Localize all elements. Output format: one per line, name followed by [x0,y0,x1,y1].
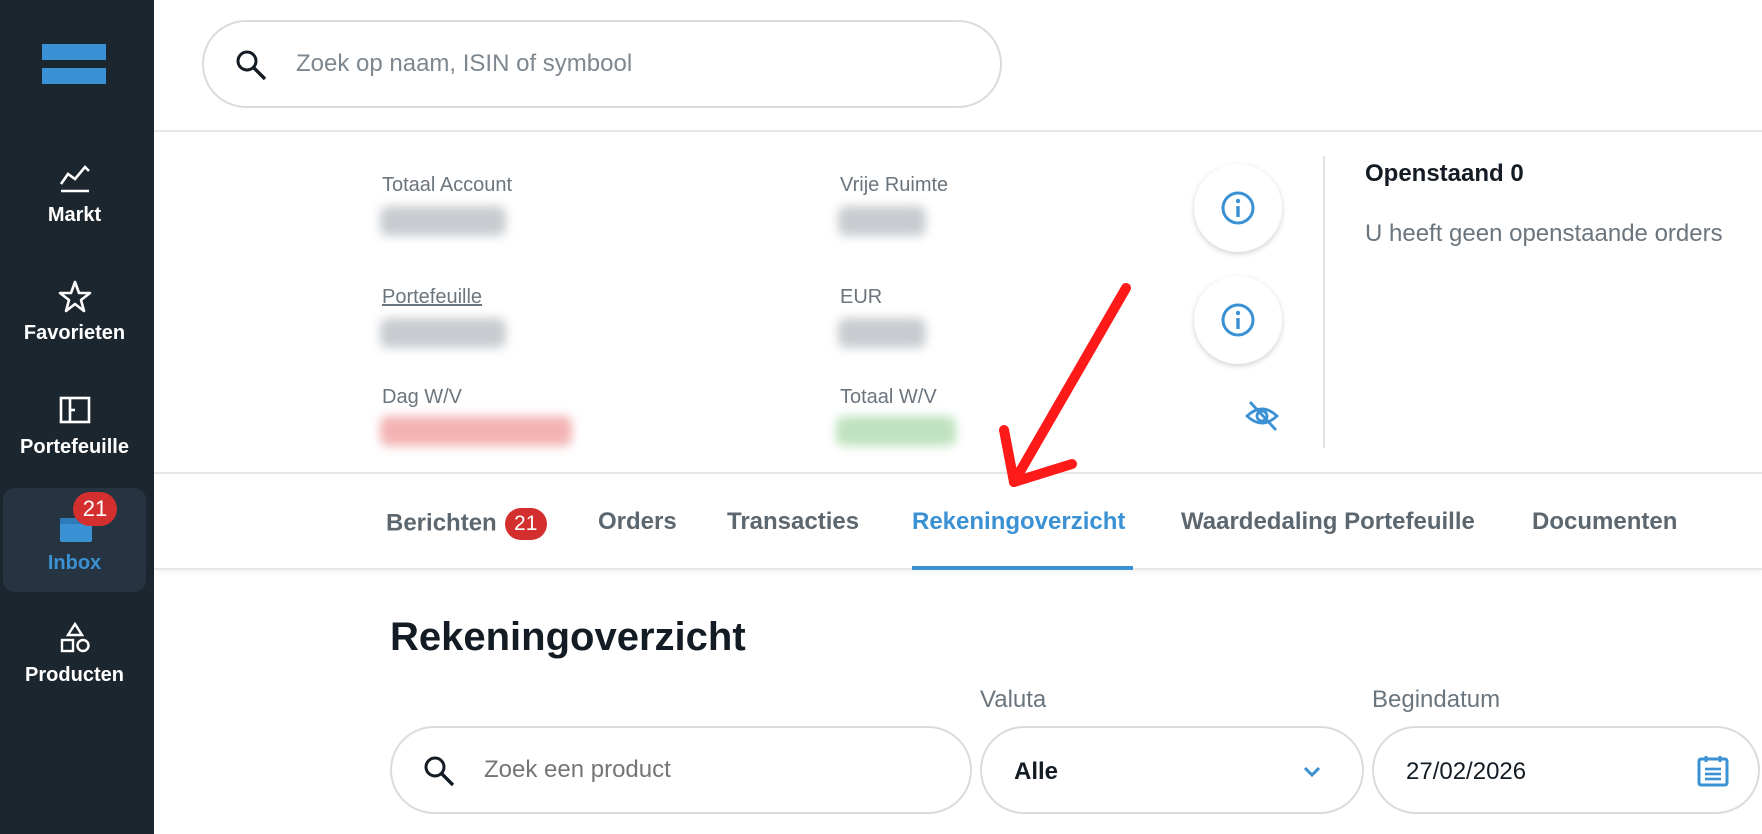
menu-logo-icon[interactable] [42,44,106,84]
totaal-account-value-hidden [380,206,506,236]
tab-orders[interactable]: Orders [598,508,677,536]
tab-label: Berichten [386,509,497,537]
valuta-selected-value: Alle [1014,758,1059,785]
chart-icon [59,165,90,193]
begindatum-value: 27/02/2026 [1406,758,1527,785]
inbox-badge: 21 [73,492,117,526]
panel-divider [1323,156,1325,448]
tab-documenten[interactable]: Documenten [1532,508,1677,536]
vrije-ruimte-label: Vrije Ruimte [840,174,949,196]
open-orders-empty-text: U heeft geen openstaande orders [1365,220,1723,247]
sidebar-item-markt[interactable]: Markt [3,140,146,244]
eur-value-hidden [838,318,926,348]
global-search[interactable] [202,20,1002,108]
global-search-input[interactable] [296,42,946,86]
star-icon [58,280,92,313]
valuta-select[interactable]: Alle [980,726,1364,814]
sidebar-item-inbox[interactable]: 21 Inbox [3,488,146,592]
search-icon [424,756,455,787]
info-button[interactable] [1194,276,1282,364]
info-icon [1221,191,1255,225]
valuta-label: Valuta [980,686,1047,713]
portefeuille-link[interactable]: Portefeuille [382,286,482,309]
product-search[interactable] [390,726,972,814]
header-divider [154,130,1762,132]
product-search-input[interactable] [484,748,944,792]
tabs-bar: Berichten 21 Orders Transacties Rekeningo… [154,474,1762,570]
page-title: Rekeningoverzicht [390,615,746,659]
sidebar-item-label: Producten [25,664,124,686]
hide-values-eye-off-icon[interactable] [1244,398,1280,434]
portfolio-icon [59,396,91,424]
dag-wv-label: Dag W/V [382,386,463,408]
sidebar: Markt Favorieten Portefeuille 21 Inbox P… [0,0,154,834]
sidebar-item-label: Markt [47,204,102,226]
dag-wv-value-hidden [380,416,572,446]
begindatum-field[interactable]: 27/02/2026 [1372,726,1760,814]
totaal-account-label: Totaal Account [382,174,513,196]
sidebar-item-favorieten[interactable]: Favorieten [3,258,146,362]
info-button[interactable] [1194,164,1282,252]
eur-label: EUR [840,286,883,308]
portefeuille-value-hidden [380,318,506,348]
sidebar-item-label: Portefeuille [20,436,129,458]
annotation-arrow-icon [999,283,1131,487]
tab-rekeningoverzicht[interactable]: Rekeningoverzicht [912,508,1125,536]
vrije-ruimte-value-hidden [838,206,926,236]
sidebar-item-producten[interactable]: Producten [3,600,146,704]
search-icon [236,50,267,81]
totaal-wv-value-hidden [836,416,956,446]
berichten-badge: 21 [504,508,547,540]
chevron-down-icon [1303,766,1321,778]
info-icon [1221,303,1255,337]
sidebar-item-label: Favorieten [23,322,126,344]
calendar-icon[interactable] [1696,754,1730,788]
totaal-wv-label: Totaal W/V [840,386,937,408]
shapes-icon [60,622,90,653]
begindatum-label: Begindatum [1372,686,1501,713]
open-orders-title: Openstaand 0 [1365,160,1524,187]
tab-transacties[interactable]: Transacties [727,508,859,536]
sidebar-item-label: Inbox [47,552,102,574]
sidebar-item-portefeuille[interactable]: Portefeuille [3,372,146,476]
tab-berichten[interactable]: Berichten 21 [386,508,547,540]
active-tab-indicator [912,566,1133,570]
tab-waardedaling-portefeuille[interactable]: Waardedaling Portefeuille [1181,508,1475,536]
